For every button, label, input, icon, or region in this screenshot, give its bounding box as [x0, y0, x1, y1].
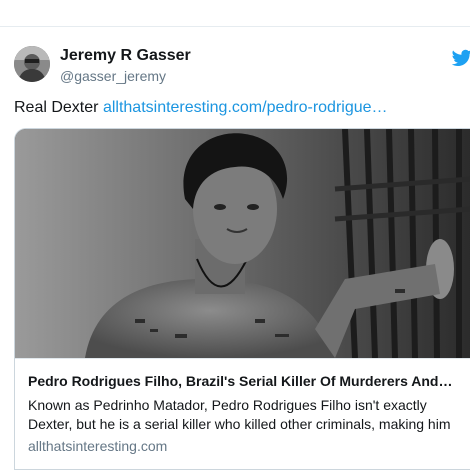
card-body[interactable]: Pedro Rodrigues Filho, Brazil's Serial K…	[15, 358, 470, 469]
card-description-line: Dexter, but he is a serial killer who ki…	[28, 416, 451, 432]
tweet-text: Real Dexter allthatsinteresting.com/pedr…	[14, 99, 388, 117]
author-handle[interactable]: @gasser_jeremy	[60, 68, 166, 84]
card-domain: allthatsinteresting.com	[28, 438, 168, 454]
card-title: Pedro Rodrigues Filho, Brazil's Serial K…	[28, 373, 453, 389]
twitter-bird-icon[interactable]	[451, 49, 470, 67]
author-name[interactable]: Jeremy R Gasser	[60, 47, 191, 65]
card-description-line: Known as Pedrinho Matador, Pedro Rodrigu…	[28, 397, 427, 413]
card-description: Known as Pedrinho Matador, Pedro Rodrigu…	[28, 396, 468, 434]
embedded-tweet: Jeremy R Gasser @gasser_jeremy Real Dext…	[0, 27, 470, 470]
card-image[interactable]	[15, 129, 470, 358]
tweet-link[interactable]: allthatsinteresting.com/pedro-rodrigue…	[103, 99, 388, 116]
link-card[interactable]: Pedro Rodrigues Filho, Brazil's Serial K…	[14, 128, 470, 470]
avatar[interactable]	[14, 46, 50, 82]
tweet-body-text: Real Dexter	[14, 99, 99, 116]
